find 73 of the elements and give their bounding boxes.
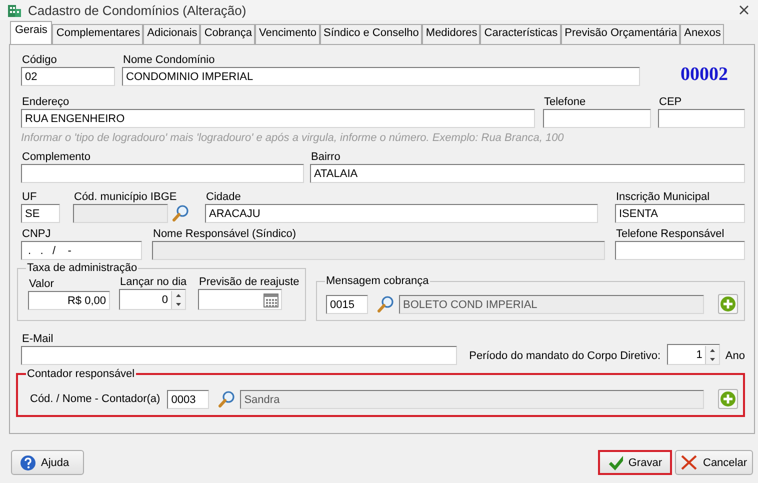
group-title: Taxa de administração <box>26 261 138 275</box>
field-label: CEP <box>658 95 682 109</box>
tab[interactable]: Previsão Orçamentária <box>560 24 680 44</box>
search-icon[interactable] <box>172 204 190 222</box>
field-label: Complemento <box>21 150 90 164</box>
add-button[interactable] <box>718 389 738 409</box>
spin-up-button[interactable] <box>172 290 185 300</box>
spin-up-button[interactable] <box>706 346 720 354</box>
input-field[interactable]: R$ 0,00 <box>28 291 110 310</box>
input-field[interactable]: Sandra <box>240 390 704 408</box>
input-field[interactable]: 0015 <box>326 294 368 314</box>
unit-label: Ano <box>725 350 745 362</box>
field-label: Cidade <box>205 190 241 204</box>
group-title: Contador responsável <box>26 367 136 381</box>
field-label: Cód. / Nome - Contador(a) <box>30 393 160 405</box>
field-label: UF <box>21 190 37 204</box>
field-label: Lançar no dia <box>119 275 187 289</box>
field-label: Telefone <box>543 95 586 109</box>
input-field[interactable] <box>21 164 304 183</box>
input-field[interactable]: 1 <box>666 344 720 365</box>
check-icon <box>608 454 624 471</box>
input-field[interactable]: CONDOMINIO IMPERIAL <box>122 67 640 86</box>
tab[interactable]: Complementares <box>52 24 144 44</box>
input-field[interactable]: RUA ENGENHEIRO <box>21 109 535 128</box>
date-field[interactable] <box>198 289 282 310</box>
cross-icon <box>680 454 698 471</box>
input-field[interactable] <box>543 109 651 128</box>
field-label: Cód. município IBGE <box>73 190 177 204</box>
search-icon[interactable] <box>218 390 236 408</box>
help-button[interactable]: Ajuda <box>11 450 84 475</box>
field-label: Inscrição Municipal <box>615 190 710 204</box>
input-field[interactable]: 02 <box>21 67 115 86</box>
field-label: Telefone Responsável <box>615 227 724 241</box>
save-button[interactable]: Gravar <box>598 450 672 475</box>
input-field[interactable] <box>21 346 458 365</box>
input-field[interactable]: SE <box>21 204 60 223</box>
group-title: Mensagem cobrança <box>325 274 430 288</box>
search-icon[interactable] <box>377 295 395 313</box>
calendar-icon[interactable] <box>263 292 279 308</box>
tab[interactable]: Vencimento <box>255 24 320 44</box>
input-field[interactable]: . . / - <box>21 241 142 260</box>
tab[interactable]: Características <box>480 24 561 44</box>
field-label: E-Mail <box>21 332 54 346</box>
tab[interactable]: Cobrança <box>200 24 256 44</box>
input-field[interactable] <box>658 109 745 128</box>
add-button[interactable] <box>718 294 738 314</box>
field-label: Nome Condomínio <box>122 53 215 67</box>
input-field[interactable]: ATALAIA <box>310 164 745 183</box>
field-label: Bairro <box>310 150 340 164</box>
field-label: Período do mandato do Corpo Diretivo: <box>469 350 661 362</box>
hint-text: Informar o 'tipo de logradouro' mais 'logradouro' e após a virgula, informe o número. Exemplo: Rua Branca, 100 <box>21 132 565 146</box>
tab[interactable]: Síndico e Conselho <box>320 24 422 44</box>
help-icon <box>20 454 36 470</box>
input-field[interactable]: ISENTA <box>615 204 745 223</box>
field-label: Valor <box>28 277 54 291</box>
field-label: Nome Responsável (Síndico) <box>152 227 296 241</box>
input-field[interactable]: 0003 <box>167 390 210 408</box>
input-field[interactable] <box>615 241 745 260</box>
input-field[interactable]: 0 <box>119 289 186 310</box>
input-field[interactable]: BOLETO COND IMPERIAL <box>399 294 704 314</box>
field-label: Código <box>21 53 57 67</box>
tab[interactable]: Medidores <box>422 24 480 44</box>
field-label: Endereço <box>21 95 70 109</box>
record-number: 00002 <box>680 64 728 86</box>
field-label: CNPJ <box>21 227 51 241</box>
tab[interactable]: Gerais <box>10 21 52 44</box>
tab[interactable]: Anexos <box>680 24 724 44</box>
close-icon[interactable] <box>738 4 750 16</box>
field-label: Previsão de reajuste <box>198 275 300 289</box>
tab[interactable]: Adicionais <box>143 24 200 44</box>
window-title: Cadastro de Condomínios (Alteração) <box>28 2 248 18</box>
cancel-button[interactable]: Cancelar <box>675 450 753 475</box>
input-field[interactable]: ARACAJU <box>205 204 598 223</box>
